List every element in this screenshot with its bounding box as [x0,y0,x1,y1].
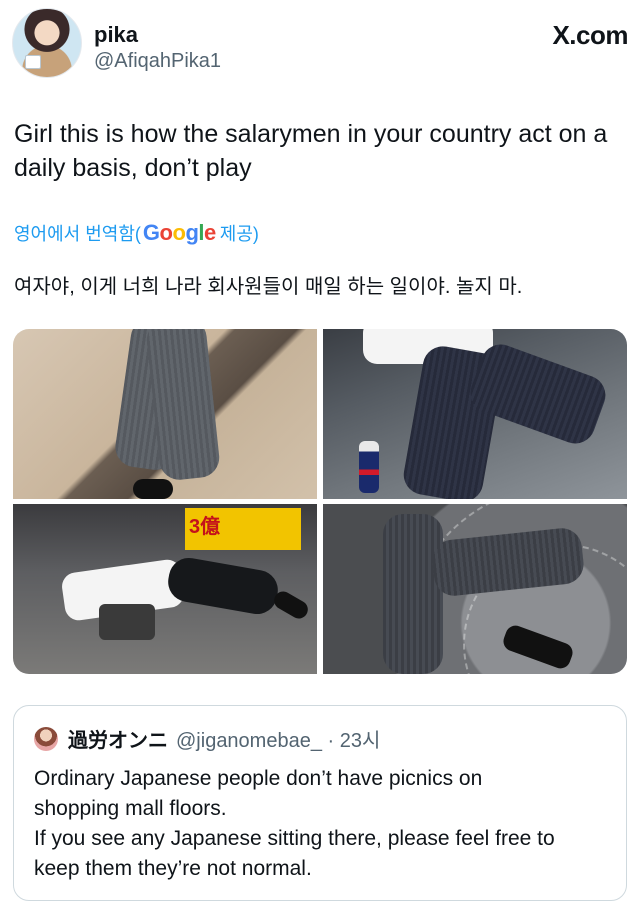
photo-1[interactable] [13,329,317,499]
translate-prefix: 영어에서 번역함( [14,224,141,244]
google-logo-icon: Google [142,220,216,245]
tweet-header: pika @AfiqahPika1 X.com [12,8,628,80]
quote-header: 過労オンニ @jiganomebae_ · 23시 [34,724,380,753]
translation-attribution[interactable]: 영어에서 번역함( Google 제공) [14,220,259,246]
photo-3[interactable]: 3億 [13,504,317,674]
quote-line: If you see any Japanese sitting there, p… [34,827,555,850]
quote-text: Ordinary Japanese people don’t have picn… [34,764,614,884]
tweet-text: Girl this is how the salarymen in your c… [14,120,608,182]
avatar[interactable] [12,8,82,78]
photo-4[interactable] [323,504,627,674]
x-logo-icon: X.com [552,20,628,50]
translate-suffix: 제공) [219,224,259,244]
media-grid: 3億 [13,329,627,674]
photo-2[interactable] [323,329,627,499]
quote-avatar-icon [34,726,58,751]
quote-line: shopping mall floors. [34,797,227,820]
quote-display-name[interactable]: 過労オンニ [68,724,168,753]
display-name[interactable]: pika [94,22,138,48]
user-handle[interactable]: @AfiqahPika1 [94,50,221,73]
sign-text: 3億 [185,508,301,550]
quote-handle-time: @jiganomebae_ · 23시 [176,730,381,752]
quote-line: keep them they’re not normal. [34,857,312,880]
quote-line: Ordinary Japanese people don’t have picn… [34,767,483,790]
quoted-tweet[interactable]: 過労オンニ @jiganomebae_ · 23시 Ordinary Japan… [13,705,627,901]
translated-text: 여자야, 이게 너희 나라 회사원들이 매일 하는 일이야. 놀지 마. [14,276,523,298]
